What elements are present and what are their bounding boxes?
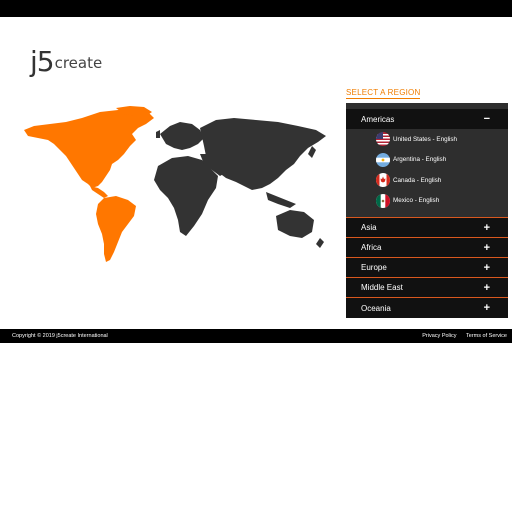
accordion-label: Africa [361,243,382,252]
country-label: Canada - English [393,176,442,184]
accordion-label: Europe [361,263,387,272]
accordion-label: Asia [361,223,377,232]
country-label: United States - English [393,135,458,143]
expand-icon: + [483,281,490,294]
accordion-header-middle-east[interactable]: Middle East + [346,278,508,298]
map-region-south-america[interactable] [96,196,136,262]
accordion-label: Americas [361,114,395,124]
expand-icon: + [483,261,490,274]
argentina-flag-icon [376,152,390,167]
accordion-header-americas[interactable]: Americas − [346,109,508,129]
world-map[interactable] [20,104,330,266]
footer: Copyright © 2019 j5create International … [0,329,512,343]
accordion-label: Middle East [361,283,403,292]
accordion-header-asia[interactable]: Asia + [346,218,508,238]
map-region-central-america[interactable] [90,186,108,198]
map-region-north-america[interactable] [24,110,154,188]
country-link-canada[interactable]: Canada - English [346,170,508,191]
accordion-header-europe[interactable]: Europe + [346,258,508,278]
mexico-flag-icon [376,193,390,208]
map-region-southeast-asia [266,192,296,208]
country-link-mexico[interactable]: Mexico - English [346,191,508,212]
country-label: Argentina - English [393,156,447,164]
map-region-japan [308,146,316,158]
expand-icon: + [483,221,490,234]
map-region-new-zealand [316,238,324,248]
map-region-uk [156,130,160,138]
top-bar [0,0,512,17]
j5create-logo[interactable]: j5 create [30,44,102,76]
canada-flag-icon [376,173,390,188]
logo-mark: j5 [30,45,55,78]
us-flag-icon [376,132,390,147]
footer-links: Privacy Policy Terms of Service [414,333,507,339]
accordion-header-oceania[interactable]: Oceania + [346,298,508,318]
map-region-africa[interactable] [154,156,218,236]
collapse-icon: − [483,113,490,125]
map-region-asia[interactable] [200,118,326,190]
country-label: Mexico - English [393,197,440,205]
accordion-header-africa[interactable]: Africa + [346,238,508,258]
country-link-argentina[interactable]: Argentina - English [346,150,508,171]
copyright-text: Copyright © 2019 j5create International [12,333,108,339]
expand-icon: + [483,302,490,314]
region-accordion: Americas − United States - English Argen… [346,103,508,318]
select-region-title: SELECT A REGION [346,88,421,99]
accordion-label: Oceania [361,303,391,313]
logo-word: create [54,54,103,72]
expand-icon: + [483,241,490,254]
map-region-europe[interactable] [160,122,204,150]
terms-of-service-link[interactable]: Terms of Service [466,333,507,339]
privacy-policy-link[interactable]: Privacy Policy [422,333,456,339]
country-link-united-states[interactable]: United States - English [346,129,508,150]
map-region-oceania[interactable] [276,210,314,238]
accordion-section-americas: Americas − United States - English Argen… [346,103,508,218]
